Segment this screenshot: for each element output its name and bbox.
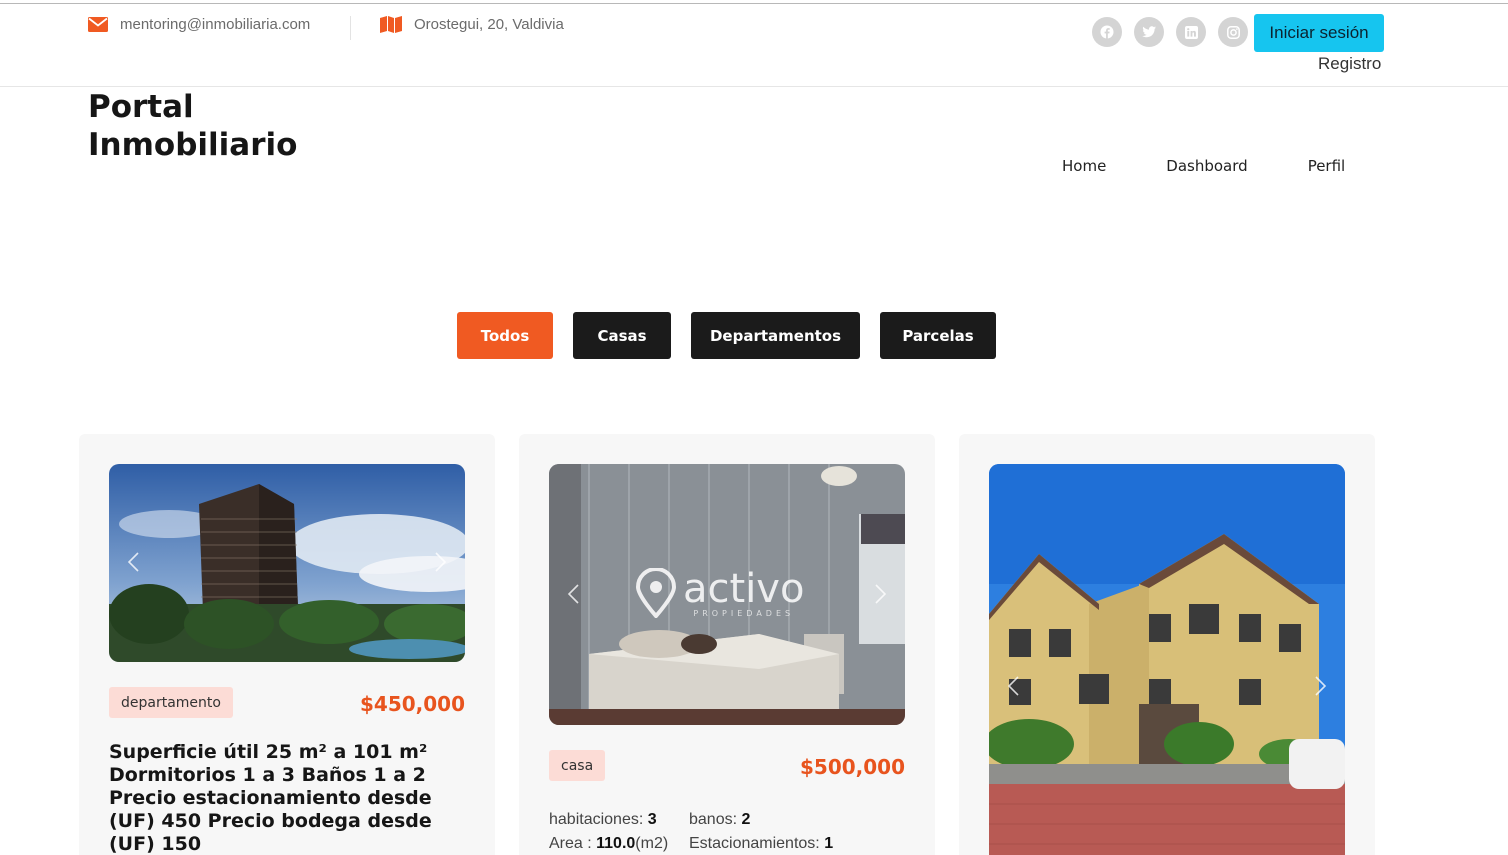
property-image-carousel[interactable] [989, 464, 1345, 855]
baths-value: 2 [741, 811, 751, 828]
watermark-logo: activo PROPIEDADES [635, 568, 804, 618]
apartment-tower-photo [109, 464, 465, 662]
property-card[interactable]: departamento $450,000 Superficie útil 25… [79, 434, 495, 855]
linkedin-icon[interactable] [1176, 17, 1206, 47]
property-price: $500,000 [799, 755, 905, 779]
divider [350, 16, 351, 40]
chevron-left-icon[interactable] [1003, 674, 1027, 698]
address-text: Orostegui, 20, Valdivia [414, 16, 564, 33]
chevron-left-icon[interactable] [563, 582, 587, 606]
townhouse-photo [989, 464, 1345, 855]
chevron-left-icon[interactable] [123, 550, 147, 574]
property-image-carousel[interactable] [109, 464, 465, 662]
logo-line-2: Inmobiliario [88, 127, 298, 163]
baths-label: banos: [689, 811, 738, 828]
property-price: $450,000 [359, 692, 465, 716]
area-unit: (m2) [635, 835, 669, 852]
logo-line-1: Portal [88, 89, 194, 125]
map-pin-icon [635, 568, 677, 618]
chevron-right-icon[interactable] [1307, 674, 1331, 698]
facebook-icon[interactable] [1092, 17, 1122, 47]
property-type-badge: casa [549, 750, 606, 781]
watermark-sub: PROPIEDADES [693, 608, 795, 618]
area-value: 110.0 [596, 835, 636, 852]
watermark-brand: activo [683, 565, 805, 612]
email-text: mentoring@inmobiliaria.com [120, 16, 311, 33]
rooms-label: habitaciones: [549, 811, 644, 828]
filter-all-button[interactable]: Todos [457, 312, 553, 359]
chevron-right-icon[interactable] [427, 550, 451, 574]
nav-home[interactable]: Home [1062, 157, 1106, 175]
filter-houses-button[interactable]: Casas [573, 312, 671, 359]
envelope-icon [88, 17, 108, 32]
map-icon [380, 16, 402, 33]
social-links [1092, 17, 1248, 47]
property-type-badge: departamento [109, 687, 233, 718]
area-label: Area : [549, 835, 592, 852]
instagram-icon[interactable] [1218, 17, 1248, 47]
filter-plots-button[interactable]: Parcelas [880, 312, 996, 359]
parking-label: Estacionamientos: [689, 835, 820, 852]
main-nav: Home Dashboard Perfil [1062, 157, 1345, 175]
parking-value: 1 [824, 835, 834, 852]
register-link[interactable]: Registro [1318, 54, 1381, 74]
top-bar: mentoring@inmobiliaria.com Orostegui, 20… [0, 4, 1508, 87]
chevron-right-icon[interactable] [867, 582, 891, 606]
site-logo[interactable]: Portal Inmobiliario [88, 88, 297, 164]
property-card[interactable] [959, 434, 1375, 855]
filter-apartments-button[interactable]: Departamentos [691, 312, 860, 359]
property-filters: Todos Casas Departamentos Parcelas [457, 312, 996, 359]
property-description: Superficie útil 25 m² a 101 m² Dormitori… [109, 741, 432, 855]
property-image-carousel[interactable]: activo PROPIEDADES [549, 464, 905, 725]
rooms-value: 3 [647, 811, 657, 828]
login-button[interactable]: Iniciar sesión [1254, 14, 1384, 52]
property-specs: habitaciones: 3 banos: 2 Area : 110.0(m2… [549, 808, 833, 855]
contact-address: Orostegui, 20, Valdivia [380, 16, 564, 33]
contact-email[interactable]: mentoring@inmobiliaria.com [88, 16, 310, 33]
twitter-icon[interactable] [1134, 17, 1164, 47]
nav-profile[interactable]: Perfil [1308, 157, 1346, 175]
nav-dashboard[interactable]: Dashboard [1166, 157, 1247, 175]
property-card[interactable]: activo PROPIEDADES casa $500,000 habitac… [519, 434, 935, 855]
